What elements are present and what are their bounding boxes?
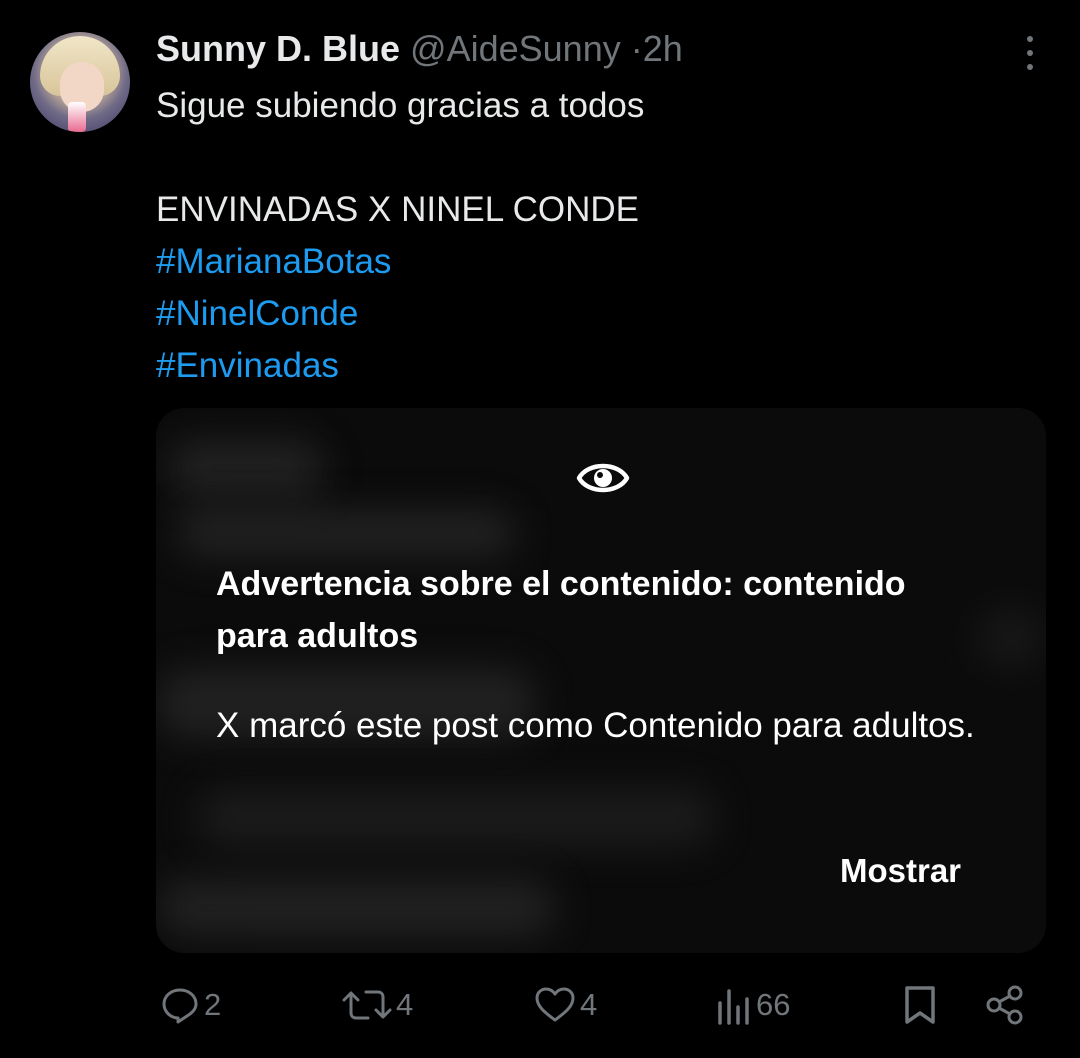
repost-button[interactable]: 4 (342, 980, 413, 1030)
reply-icon (162, 988, 198, 1024)
hashtag-link[interactable]: #MarianaBotas (156, 236, 644, 288)
share-icon (986, 985, 1023, 1025)
author-handle[interactable]: @AideSunny (410, 28, 621, 69)
like-button[interactable]: 4 (534, 980, 597, 1030)
bookmark-icon (905, 986, 935, 1024)
reply-count: 2 (204, 987, 222, 1022)
hashtag-link[interactable]: #NinelConde (156, 288, 644, 340)
eye-icon (576, 463, 630, 493)
tweet-text-line: ENVINADAS X NINEL CONDE (156, 190, 639, 229)
share-button[interactable] (984, 980, 1026, 1030)
reply-button[interactable]: 2 (160, 980, 221, 1030)
tweet: Sunny D. Blue @AideSunny ·2h Sigue subie… (0, 0, 1080, 1058)
timestamp[interactable]: 2h (643, 28, 683, 69)
tweet-header: Sunny D. Blue @AideSunny ·2h (156, 28, 683, 70)
repost-count: 4 (396, 987, 414, 1022)
analytics-icon (718, 989, 749, 1025)
tweet-text-line: Sigue subiendo gracias a todos (156, 86, 645, 125)
content-warning-text: X marcó este post como Contenido para ad… (216, 706, 975, 745)
avatar[interactable] (30, 32, 130, 132)
sensitive-media-card[interactable]: Advertencia sobre el contenido: contenid… (156, 408, 1046, 953)
more-options-icon[interactable] (1018, 36, 1042, 70)
tweet-text: Sigue subiendo gracias a todos ENVINADAS… (156, 80, 644, 392)
heart-icon (535, 987, 575, 1022)
bookmark-button[interactable] (902, 980, 938, 1030)
action-bar: 2 4 4 66 (0, 980, 1080, 1030)
view-count: 66 (756, 987, 791, 1022)
views-button[interactable]: 66 (716, 980, 790, 1030)
hashtag-link[interactable]: #Envinadas (156, 340, 644, 392)
repost-icon (342, 990, 392, 1020)
author-name[interactable]: Sunny D. Blue (156, 28, 400, 69)
show-media-button[interactable]: Mostrar (840, 852, 961, 890)
separator-dot: · (630, 28, 643, 69)
content-warning-title: Advertencia sobre el contenido: contenid… (216, 565, 906, 655)
like-count: 4 (580, 987, 598, 1022)
